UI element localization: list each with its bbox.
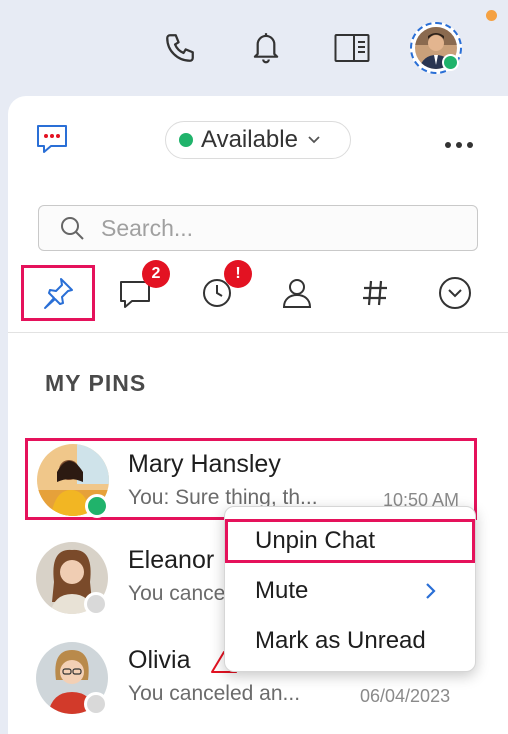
menu-item-mute[interactable]: Mute — [225, 569, 475, 613]
menu-item-mark-as-unread[interactable]: Mark as Unread — [225, 619, 475, 663]
search-input[interactable] — [99, 213, 433, 243]
contact-name: Mary Hansley — [128, 450, 281, 478]
search-icon — [61, 217, 84, 240]
chevron-down-circle-icon — [439, 277, 471, 309]
message-preview: You canceled an... — [128, 682, 301, 705]
chevron-down-icon — [308, 136, 320, 144]
message-time: 06/04/2023 — [360, 686, 451, 706]
contact-name: Olivia — [128, 646, 191, 674]
bell-icon[interactable] — [249, 29, 283, 70]
alert-badge: ! — [224, 260, 252, 288]
tab-pins[interactable] — [21, 265, 95, 321]
offline-status-dot — [84, 592, 108, 616]
online-status-dot — [442, 54, 459, 71]
menu-item-unpin-chat[interactable]: Unpin Chat — [225, 519, 475, 563]
phone-icon[interactable] — [163, 31, 197, 70]
status-selector[interactable]: Available — [165, 121, 351, 159]
hash-icon — [363, 280, 387, 306]
message-preview: You canceled — [128, 582, 224, 605]
chat-context-menu: Unpin Chat Mute Mark as Unread — [224, 506, 476, 672]
menu-item-label: Mute — [255, 577, 309, 604]
status-dot — [179, 133, 193, 147]
unread-badge: 2 — [142, 260, 170, 288]
pin-icon — [44, 278, 73, 309]
panel-layout-icon[interactable] — [334, 33, 370, 68]
chevron-right-icon — [426, 583, 436, 599]
person-icon — [282, 279, 312, 308]
tab-contacts[interactable] — [270, 266, 324, 320]
tab-channels[interactable] — [348, 266, 402, 320]
status-label: Available — [201, 126, 298, 153]
section-title: MY PINS — [45, 370, 147, 396]
online-status-dot — [85, 494, 109, 518]
new-chat-icon[interactable] — [34, 121, 70, 162]
offline-status-dot — [84, 692, 108, 716]
tab-more[interactable] — [428, 266, 482, 320]
tab-recent[interactable]: ! — [190, 260, 252, 320]
search-bar[interactable] — [38, 205, 478, 251]
tab-chats[interactable]: 2 — [108, 260, 170, 320]
notification-dot — [486, 10, 497, 21]
menu-item-label: Unpin Chat — [255, 527, 376, 554]
menu-item-label: Mark as Unread — [255, 627, 426, 654]
filter-tabs: 2 ! — [8, 256, 508, 333]
profile-avatar[interactable] — [410, 22, 462, 74]
contact-name: Eleanor — [128, 546, 215, 574]
more-options-icon[interactable] — [444, 136, 474, 154]
top-bar — [0, 0, 508, 96]
